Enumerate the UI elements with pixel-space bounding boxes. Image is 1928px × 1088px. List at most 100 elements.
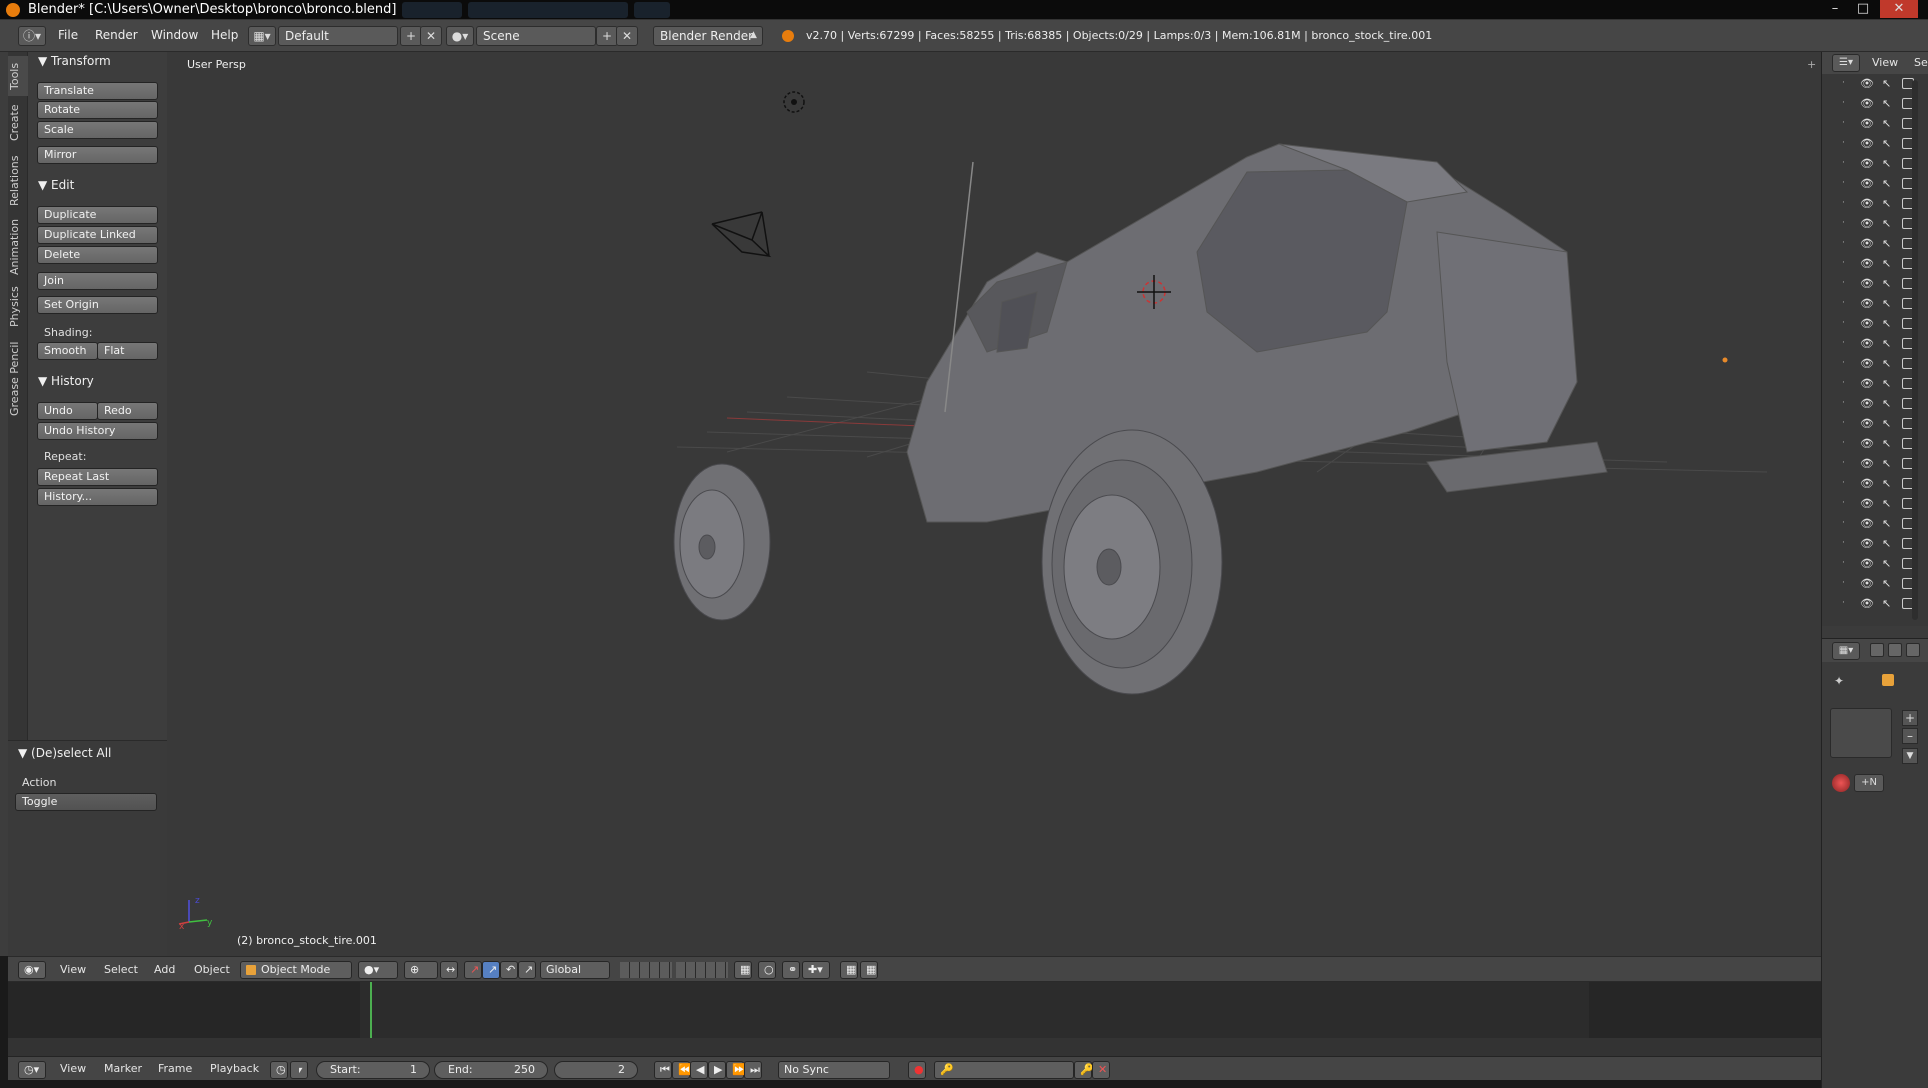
viewport-shading-select[interactable]: ●▾	[358, 961, 398, 979]
visibility-eye-icon[interactable]: 👁	[1860, 457, 1874, 470]
expand-icon[interactable]: ·	[1842, 258, 1845, 268]
select-arrow-icon[interactable]: ↖	[1882, 317, 1891, 330]
select-arrow-icon[interactable]: ↖	[1882, 377, 1891, 390]
snap-target-select[interactable]: ✚▾	[802, 961, 830, 979]
menu-frame[interactable]: Frame	[158, 1062, 192, 1075]
visibility-eye-icon[interactable]: 👁	[1860, 597, 1874, 610]
play-reverse-icon[interactable]: ◀	[690, 1061, 708, 1079]
visibility-eye-icon[interactable]: 👁	[1860, 97, 1874, 110]
flat-button[interactable]: Flat	[97, 342, 158, 360]
select-arrow-icon[interactable]: ↖	[1882, 577, 1891, 590]
visibility-eye-icon[interactable]: 👁	[1860, 557, 1874, 570]
play-icon[interactable]: ▶	[708, 1061, 726, 1079]
preview-range-icon[interactable]: ◷	[270, 1061, 288, 1079]
outliner-search-menu[interactable]: Se	[1914, 56, 1928, 69]
select-arrow-icon[interactable]: ↖	[1882, 97, 1891, 110]
layer-lock-icon[interactable]: ▦	[734, 961, 752, 979]
jump-end-icon[interactable]: ⏭	[744, 1061, 762, 1079]
tab-tools[interactable]: Tools	[8, 56, 28, 96]
select-arrow-icon[interactable]: ↖	[1882, 237, 1891, 250]
menu-timeline-view[interactable]: View	[60, 1062, 86, 1075]
menu-view[interactable]: View	[60, 963, 86, 976]
mirror-button[interactable]: Mirror	[37, 146, 158, 164]
expand-icon[interactable]: ·	[1842, 358, 1845, 368]
expand-icon[interactable]: ·	[1842, 418, 1845, 428]
tab-animation[interactable]: Animation	[8, 214, 28, 280]
expand-icon[interactable]: ·	[1842, 558, 1845, 568]
outliner-view-menu[interactable]: View	[1872, 56, 1898, 69]
select-arrow-icon[interactable]: ↖	[1882, 197, 1891, 210]
visibility-eye-icon[interactable]: 👁	[1860, 137, 1874, 150]
expand-icon[interactable]: ·	[1842, 438, 1845, 448]
expand-icon[interactable]: ·	[1842, 578, 1845, 588]
expand-icon[interactable]: ·	[1842, 398, 1845, 408]
menu-marker[interactable]: Marker	[104, 1062, 142, 1075]
translate-manipulator-icon[interactable]: ↗	[464, 961, 482, 979]
visibility-eye-icon[interactable]: 👁	[1860, 117, 1874, 130]
expand-icon[interactable]: ·	[1842, 218, 1845, 228]
tab-physics[interactable]: Physics	[8, 282, 28, 332]
smooth-button[interactable]: Smooth	[37, 342, 98, 360]
timeline-scrubbar[interactable]	[8, 1038, 1821, 1056]
menu-help[interactable]: Help	[211, 28, 238, 42]
outliner-editor-icon[interactable]: ☰▾	[1832, 54, 1860, 72]
remove-slot-icon[interactable]: –	[1902, 728, 1918, 744]
screen-layout-field[interactable]: Default	[278, 26, 398, 46]
expand-icon[interactable]: ·	[1842, 158, 1845, 168]
slot-menu-icon[interactable]: ▼	[1902, 748, 1918, 764]
transform-orientation-select[interactable]: Global	[540, 961, 610, 979]
outliner-scrollbar[interactable]	[1912, 80, 1918, 620]
info-editor-type-icon[interactable]: ⓘ▾	[18, 26, 46, 46]
select-arrow-icon[interactable]: ↖	[1882, 397, 1891, 410]
visibility-eye-icon[interactable]: 👁	[1860, 257, 1874, 270]
select-arrow-icon[interactable]: ↖	[1882, 217, 1891, 230]
visibility-eye-icon[interactable]: 👁	[1860, 577, 1874, 590]
set-origin-select[interactable]: Set Origin	[37, 296, 158, 314]
pin-icon[interactable]: ✦	[1834, 674, 1844, 688]
delete-keyframe-icon[interactable]: ✕	[1092, 1061, 1110, 1079]
visibility-eye-icon[interactable]: 👁	[1860, 497, 1874, 510]
scene-field[interactable]: Scene	[476, 26, 596, 46]
current-frame-field[interactable]: 2	[554, 1061, 638, 1079]
render-still-icon[interactable]: ▦	[840, 961, 858, 979]
select-arrow-icon[interactable]: ↖	[1882, 477, 1891, 490]
history-panel-header[interactable]: ▼ History	[38, 374, 94, 388]
add-scene-icon[interactable]: +	[596, 26, 618, 46]
start-frame-field[interactable]: Start: 1	[316, 1061, 430, 1079]
delete-button[interactable]: Delete	[37, 246, 158, 264]
duplicate-button[interactable]: Duplicate	[37, 206, 158, 224]
pivot-point-select[interactable]: ⊕	[404, 961, 438, 979]
expand-icon[interactable]: ·	[1842, 478, 1845, 488]
timeline-editor[interactable]	[8, 982, 1821, 1056]
new-material-button[interactable]: +N	[1854, 774, 1884, 792]
visibility-eye-icon[interactable]: 👁	[1860, 537, 1874, 550]
menu-object[interactable]: Object	[194, 963, 230, 976]
3d-viewport[interactable]: User Persp z x y (2) bronco_stock_tire.0…	[167, 52, 1821, 956]
panel-expand-icon[interactable]: +	[1807, 58, 1816, 71]
select-arrow-icon[interactable]: ↖	[1882, 537, 1891, 550]
keying-set-field[interactable]: 🔑	[934, 1061, 1074, 1079]
scene-icon[interactable]: ●▾	[446, 26, 474, 46]
select-arrow-icon[interactable]: ↖	[1882, 157, 1891, 170]
render-anim-icon[interactable]: ▦	[860, 961, 878, 979]
scale-manipulator-icon[interactable]: ↶	[500, 961, 518, 979]
expand-icon[interactable]: ·	[1842, 138, 1845, 148]
lock-range-icon[interactable]: ⎖	[290, 1061, 308, 1079]
menu-select[interactable]: Select	[104, 963, 138, 976]
select-arrow-icon[interactable]: ↖	[1882, 177, 1891, 190]
transform-icon[interactable]: ↗	[518, 961, 536, 979]
expand-icon[interactable]: ·	[1842, 198, 1845, 208]
select-arrow-icon[interactable]: ↖	[1882, 337, 1891, 350]
screen-layout-icon[interactable]: ▦▾	[248, 26, 276, 46]
visibility-eye-icon[interactable]: 👁	[1860, 337, 1874, 350]
tab-create[interactable]: Create	[8, 98, 28, 148]
expand-icon[interactable]: ·	[1842, 538, 1845, 548]
select-arrow-icon[interactable]: ↖	[1882, 257, 1891, 270]
transform-panel-header[interactable]: ▼ Transform	[38, 54, 111, 68]
select-arrow-icon[interactable]: ↖	[1882, 137, 1891, 150]
sync-mode-select[interactable]: No Sync	[778, 1061, 890, 1079]
tab-grease-pencil[interactable]: Grease Pencil	[8, 334, 28, 424]
render-engine-select[interactable]: Blender Render	[653, 26, 763, 46]
rotate-button[interactable]: Rotate	[37, 101, 158, 119]
select-arrow-icon[interactable]: ↖	[1882, 497, 1891, 510]
